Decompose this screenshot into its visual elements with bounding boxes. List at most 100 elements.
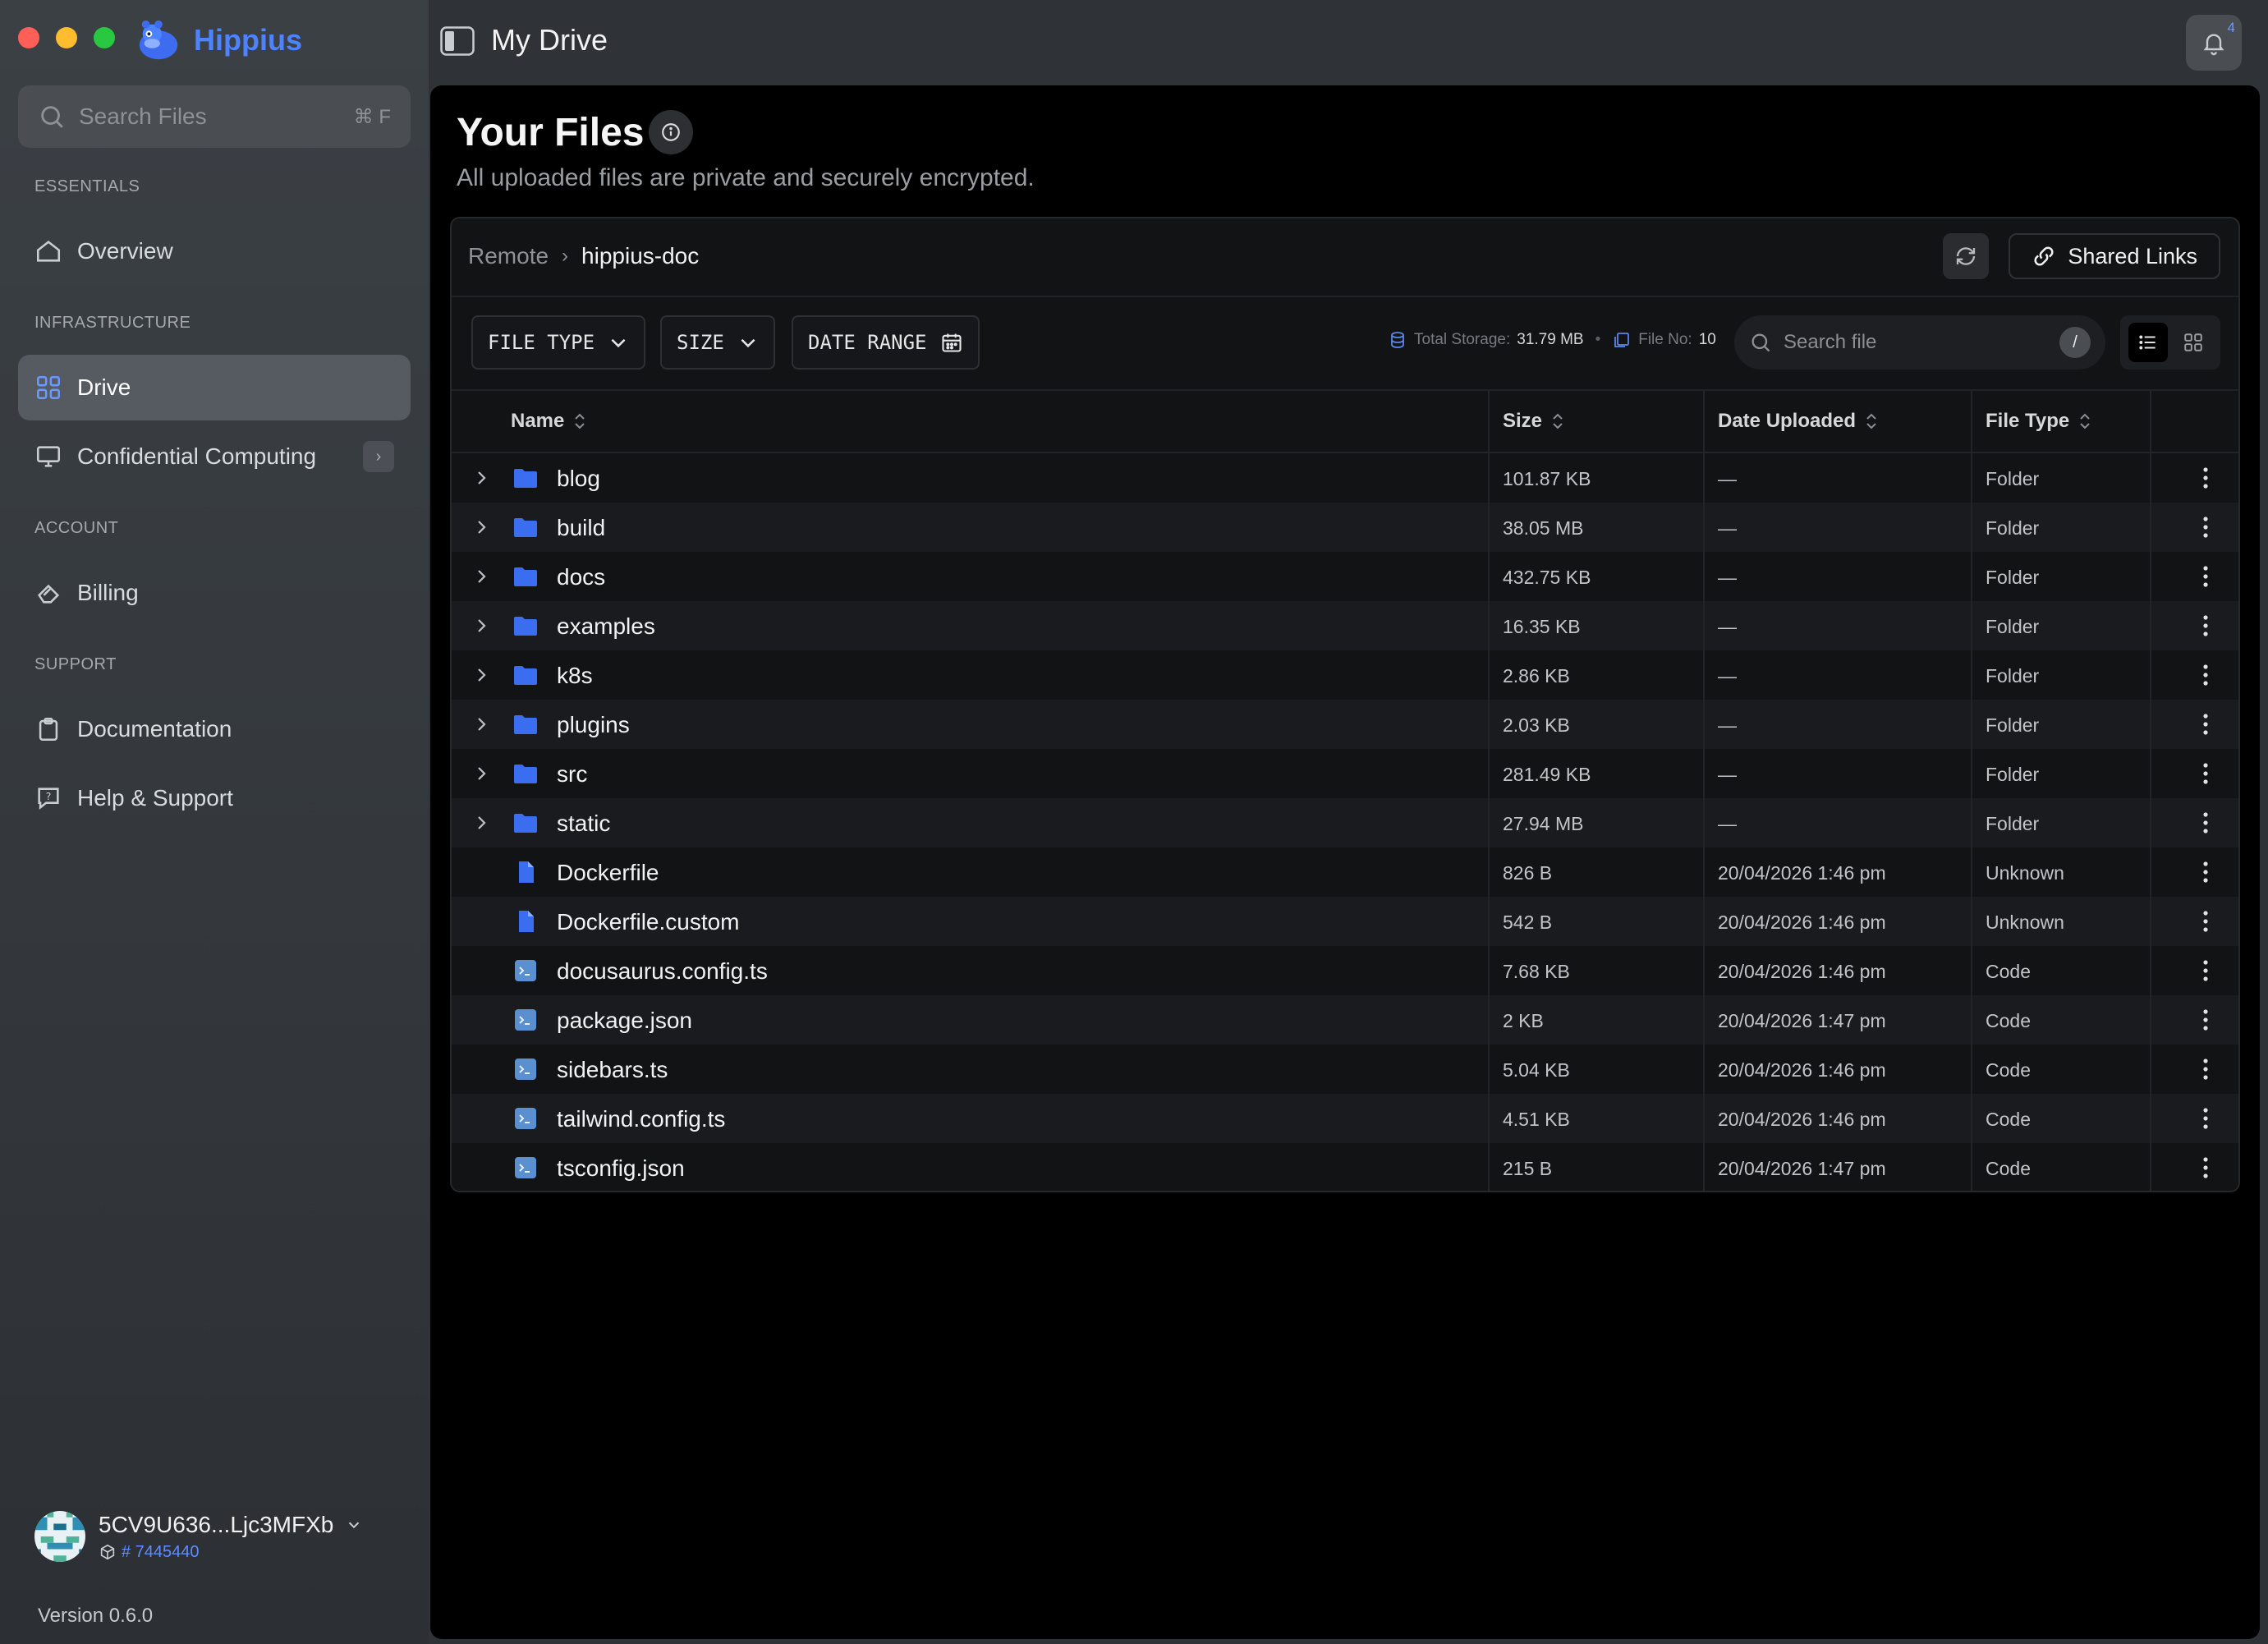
code-file-icon xyxy=(515,1157,536,1178)
file-type: Folder xyxy=(1986,517,2040,539)
chevron-right-icon[interactable] xyxy=(471,813,491,833)
chevron-right-icon[interactable] xyxy=(471,665,491,685)
account-switcher[interactable]: 5CV9U636...Ljc3MFXb # 7445440 xyxy=(34,1511,363,1562)
more-options-icon[interactable] xyxy=(2196,563,2215,590)
more-options-icon[interactable] xyxy=(2196,613,2215,639)
main-content: Your Files All uploaded files are privat… xyxy=(430,85,2260,1639)
file-date-uploaded: — xyxy=(1718,567,1737,588)
date-range-filter[interactable]: DATE RANGE xyxy=(792,315,980,370)
search-icon xyxy=(41,106,63,128)
sidebar-item-overview[interactable]: Overview xyxy=(18,218,411,284)
date-range-filter-label: DATE RANGE xyxy=(808,331,927,354)
sidebar-item-billing[interactable]: Billing xyxy=(18,560,411,626)
code-file-icon xyxy=(515,1009,536,1031)
more-options-icon[interactable] xyxy=(2196,859,2215,885)
column-header-date[interactable]: Date Uploaded xyxy=(1718,391,1879,452)
chevron-right-icon[interactable] xyxy=(471,616,491,636)
link-icon xyxy=(2034,246,2054,266)
notification-badge: 4 xyxy=(2227,20,2235,35)
column-header-size[interactable]: Size xyxy=(1503,391,1565,452)
file-count-value: 10 xyxy=(1698,331,1716,348)
monitor-icon xyxy=(34,443,62,471)
more-options-icon[interactable] xyxy=(2196,1007,2215,1033)
help-bubble-icon: ? xyxy=(34,784,62,812)
divider xyxy=(452,296,2238,297)
sidebar-item-label: Help & Support xyxy=(77,785,233,811)
breadcrumb: Remote › hippius-doc xyxy=(468,243,699,269)
grid-icon xyxy=(2183,333,2202,351)
column-header-type[interactable]: File Type xyxy=(1986,391,2092,452)
brand[interactable]: Hippius xyxy=(135,16,302,64)
file-name: tsconfig.json xyxy=(557,1155,685,1181)
file-type: Code xyxy=(1986,1158,2031,1179)
refresh-icon xyxy=(1956,247,1976,265)
file-browser-panel: Remote › hippius-doc Shared Links FILE T… xyxy=(450,217,2240,1192)
list-icon xyxy=(2138,335,2156,350)
more-options-icon[interactable] xyxy=(2196,514,2215,540)
file-name: Dockerfile.custom xyxy=(557,909,740,935)
file-name: tailwind.config.ts xyxy=(557,1106,726,1132)
cube-icon xyxy=(100,1544,115,1560)
more-options-icon[interactable] xyxy=(2196,760,2215,787)
file-type: Folder xyxy=(1986,764,2040,785)
chevron-right-icon[interactable]: › xyxy=(363,441,394,472)
file-date-uploaded: 20/04/2026 1:47 pm xyxy=(1718,1158,1886,1179)
grid-icon xyxy=(34,374,62,402)
more-options-icon[interactable] xyxy=(2196,1056,2215,1082)
grid-view-button[interactable] xyxy=(2174,323,2213,362)
more-options-icon[interactable] xyxy=(2196,465,2215,491)
more-options-icon[interactable] xyxy=(2196,908,2215,935)
more-options-icon[interactable] xyxy=(2196,1155,2215,1181)
notifications-button[interactable]: 4 xyxy=(2186,15,2242,71)
chevron-down-icon xyxy=(349,1522,360,1528)
file-date-uploaded: — xyxy=(1718,616,1737,637)
file-type: Folder xyxy=(1986,665,2040,687)
file-date-uploaded: 20/04/2026 1:47 pm xyxy=(1718,1010,1886,1031)
chevron-right-icon[interactable] xyxy=(471,714,491,734)
file-date-uploaded: — xyxy=(1718,813,1737,834)
chevron-right-icon[interactable] xyxy=(471,517,491,537)
file-search-input[interactable]: Search file / xyxy=(1734,315,2105,370)
list-view-button[interactable] xyxy=(2128,323,2168,362)
file-type: Unknown xyxy=(1986,912,2064,933)
chevron-right-icon[interactable] xyxy=(471,764,491,783)
sidebar-item-help-support[interactable]: ? Help & Support xyxy=(18,765,411,831)
shared-links-button[interactable]: Shared Links xyxy=(2009,233,2220,279)
clipboard-icon xyxy=(34,715,62,743)
file-type-filter[interactable]: FILE TYPE xyxy=(471,315,646,370)
more-options-icon[interactable] xyxy=(2196,957,2215,984)
more-options-icon[interactable] xyxy=(2196,662,2215,688)
size-filter[interactable]: SIZE xyxy=(660,315,775,370)
chevron-right-icon: › xyxy=(562,245,569,267)
column-header-name[interactable]: Name xyxy=(511,391,587,452)
column-divider xyxy=(1488,391,1490,1191)
window-controls xyxy=(18,27,115,48)
window-title: My Drive xyxy=(491,23,608,57)
chevron-right-icon[interactable] xyxy=(471,468,491,488)
close-window-button[interactable] xyxy=(18,27,39,48)
column-divider xyxy=(1971,391,1972,1191)
more-options-icon[interactable] xyxy=(2196,810,2215,836)
home-icon xyxy=(34,237,62,265)
more-options-icon[interactable] xyxy=(2196,1105,2215,1132)
sidebar-item-confidential-computing[interactable]: Confidential Computing › xyxy=(18,424,411,489)
sidebar-item-documentation[interactable]: Documentation xyxy=(18,696,411,762)
info-icon xyxy=(662,123,680,141)
sidebar-item-label: Drive xyxy=(77,374,131,400)
more-options-icon[interactable] xyxy=(2196,711,2215,737)
search-files-input[interactable]: Search Files ⌘ F xyxy=(18,85,411,148)
minimize-window-button[interactable] xyxy=(56,27,77,48)
refresh-button[interactable] xyxy=(1943,233,1989,279)
search-placeholder: Search Files xyxy=(79,103,207,129)
code-file-icon xyxy=(515,1108,536,1129)
billing-icon xyxy=(34,579,62,607)
sidebar-toggle-icon[interactable] xyxy=(440,26,475,56)
breadcrumb-remote[interactable]: Remote xyxy=(468,243,549,269)
chevron-right-icon[interactable] xyxy=(471,567,491,586)
file-size: 215 B xyxy=(1503,1158,1553,1179)
sidebar-item-drive[interactable]: Drive xyxy=(18,355,411,420)
file-icon xyxy=(519,911,534,932)
file-name: sidebars.ts xyxy=(557,1057,668,1082)
maximize-window-button[interactable] xyxy=(94,27,115,48)
info-button[interactable] xyxy=(649,110,693,154)
